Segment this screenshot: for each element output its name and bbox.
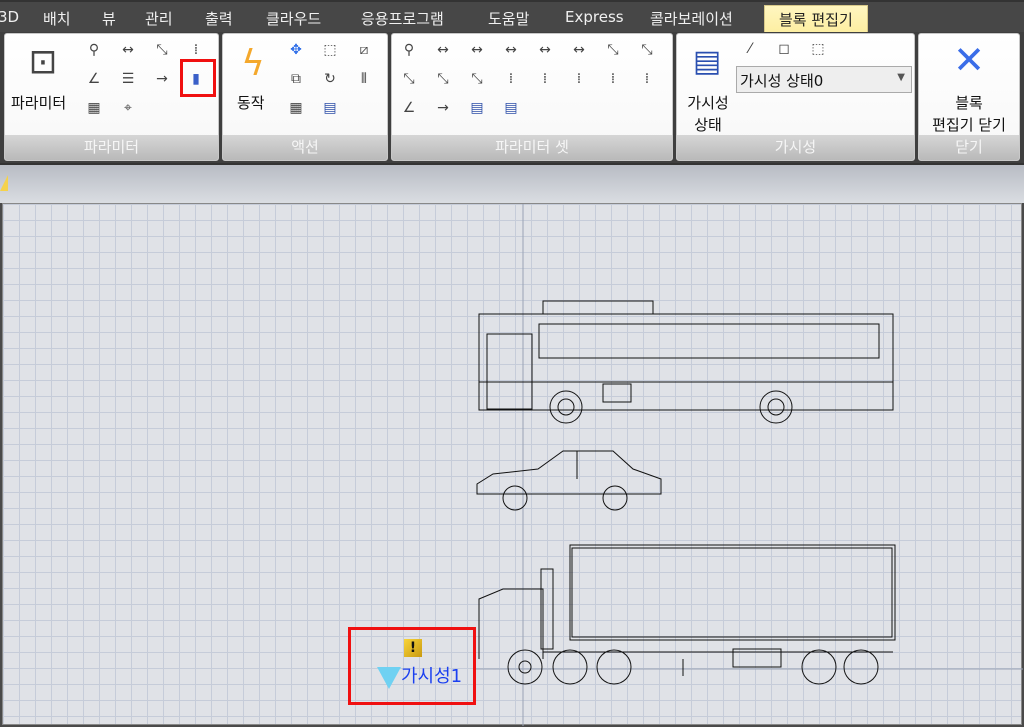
highlight-box bbox=[180, 59, 216, 97]
point-move-set-icon[interactable]: ⚲ bbox=[398, 39, 420, 61]
tab-manage[interactable]: 관리 bbox=[145, 8, 173, 29]
lookup-parameter-icon[interactable]: ▦ bbox=[83, 97, 105, 119]
lookup-action-icon[interactable]: ▤ bbox=[319, 97, 341, 119]
make-visible-icon[interactable]: ◻ bbox=[773, 38, 795, 60]
car-drawing bbox=[476, 450, 662, 511]
polar-stretch-pair-set-icon[interactable]: ⤡ bbox=[466, 68, 488, 90]
polar-stretch-set-icon[interactable]: ⤡ bbox=[636, 39, 658, 61]
linear-stretch-set-icon[interactable]: ↔ bbox=[466, 39, 488, 61]
panel-parameter: ⊡ 파라미터 ⚲ ↔ ⤡ ⁞ ∠ ☰ → ▮ ▦ ⌖ 파라미터 bbox=[4, 33, 219, 161]
linear-move-set-icon[interactable]: ↔ bbox=[432, 39, 454, 61]
panel-parameter-set: ⚲ ↔ ↔ ↔ ↔ ↔ ⤡ ⤡ ⤡ ⤡ ⤡ ⁞ ⁞ ⁞ ⁞ ⁞ ∠ → ▤ ▤ … bbox=[391, 33, 673, 161]
visibility-state-select[interactable]: 가시성 상태0 ▼ bbox=[736, 66, 912, 93]
close-block-editor-button[interactable]: 블록편집기 닫기 bbox=[919, 92, 1019, 136]
xy-array-box-set-icon[interactable]: ⁞ bbox=[636, 68, 658, 90]
tab-block-editor[interactable]: 블록 편집기 bbox=[764, 5, 868, 34]
flip-parameter-icon[interactable]: → bbox=[151, 68, 173, 90]
move-action-icon[interactable]: ✥ bbox=[285, 39, 307, 61]
panel-label: 파라미터 bbox=[5, 135, 218, 160]
linear-array-set-icon[interactable]: ↔ bbox=[500, 39, 522, 61]
parameter-icon: ⊡ bbox=[28, 42, 58, 82]
highlight-box bbox=[348, 627, 476, 705]
visibility-mode-icon[interactable]: ⁄ bbox=[739, 38, 761, 60]
action-button[interactable]: 동작 bbox=[237, 92, 265, 114]
xy-move-set-icon[interactable]: ⁞ bbox=[500, 68, 522, 90]
linear-stretch-pair-set-icon[interactable]: ↔ bbox=[568, 39, 590, 61]
flip-set-icon[interactable]: → bbox=[432, 97, 454, 119]
polar-move-set-icon[interactable]: ⤡ bbox=[602, 39, 624, 61]
rotation-set-icon[interactable]: ∠ bbox=[398, 97, 420, 119]
rotation-parameter-icon[interactable]: ∠ bbox=[83, 68, 105, 90]
tab-3d[interactable]: 3D bbox=[0, 8, 19, 26]
selected-state: 가시성 상태0 bbox=[740, 72, 824, 90]
ribbon: ⊡ 파라미터 ⚲ ↔ ⤡ ⁞ ∠ ☰ → ▮ ▦ ⌖ 파라미터 ϟ 동작 ✥ ⬚… bbox=[0, 32, 1024, 163]
linear-parameter-icon[interactable]: ↔ bbox=[117, 39, 139, 61]
tab-express[interactable]: Express bbox=[565, 8, 624, 26]
panel-action: ϟ 동작 ✥ ⬚ ⧄ ⧉ ↻ ⫴ ▦ ▤ 액션 bbox=[222, 33, 388, 161]
drawing-canvas[interactable]: ! 가시성1 bbox=[2, 203, 1023, 726]
button-label-line1: 블록 bbox=[955, 94, 983, 112]
visibility-states-icon: ▤ bbox=[692, 44, 722, 79]
button-label-line1: 가시성 bbox=[687, 94, 729, 112]
basepoint-parameter-icon[interactable]: ⌖ bbox=[117, 97, 139, 119]
polar-array-set-icon[interactable]: ⤡ bbox=[398, 68, 420, 90]
truck-drawing bbox=[478, 544, 896, 685]
button-label-line2: 편집기 닫기 bbox=[932, 116, 1006, 134]
polar-parameter-icon[interactable]: ⤡ bbox=[151, 39, 173, 61]
tab-view[interactable]: 뷰 bbox=[102, 8, 116, 29]
button-label-line2: 상태 bbox=[694, 116, 722, 134]
panel-label: 닫기 bbox=[919, 135, 1019, 160]
visibility-set-icon[interactable]: ▤ bbox=[466, 97, 488, 119]
rotate-action-icon[interactable]: ↻ bbox=[319, 68, 341, 90]
panel-visibility: ▤ 가시성 상태 ⁄ ◻ ⬚ 가시성 상태0 ▼ 가시성 bbox=[676, 33, 915, 161]
flip-action-icon[interactable]: ⫴ bbox=[353, 68, 375, 90]
scale-action-icon[interactable]: ⬚ bbox=[319, 39, 341, 61]
alignment-parameter-icon[interactable]: ☰ bbox=[117, 68, 139, 90]
panel-close: ✕ 블록편집기 닫기 닫기 bbox=[918, 33, 1020, 161]
xy-move-box-set-icon[interactable]: ⁞ bbox=[568, 68, 590, 90]
action-bolt-icon: ϟ bbox=[241, 43, 265, 84]
chevron-down-icon: ▼ bbox=[897, 72, 905, 83]
close-icon: ✕ bbox=[953, 38, 985, 82]
warning-tab-icon bbox=[0, 175, 8, 191]
visibility-states-button[interactable]: 가시성상태 bbox=[683, 92, 733, 136]
array-action-icon[interactable]: ▦ bbox=[285, 97, 307, 119]
panel-label: 가시성 bbox=[677, 135, 914, 160]
xy-stretch-box-set-icon[interactable]: ⁞ bbox=[602, 68, 624, 90]
point-parameter-icon[interactable]: ⚲ bbox=[83, 39, 105, 61]
tab-output[interactable]: 출력 bbox=[205, 8, 233, 29]
stretch-action-icon[interactable]: ⧄ bbox=[353, 39, 375, 61]
make-invisible-icon[interactable]: ⬚ bbox=[807, 38, 829, 60]
tab-apps[interactable]: 응용프로그램 bbox=[361, 8, 444, 29]
panel-label: 액션 bbox=[223, 135, 387, 160]
tab-collaboration[interactable]: 콜라보레이션 bbox=[650, 8, 733, 29]
tab-cloud[interactable]: 클라우드 bbox=[266, 8, 321, 29]
tab-help[interactable]: 도움말 bbox=[488, 8, 529, 29]
polar-move-pair-set-icon[interactable]: ⤡ bbox=[432, 68, 454, 90]
ribbon-tab-bar: 3D 배치 뷰 관리 출력 클라우드 응용프로그램 도움말 Express 콜라… bbox=[0, 0, 1024, 34]
bus-drawing bbox=[478, 300, 894, 424]
authoring-toolbar-strip bbox=[0, 163, 1024, 203]
drawing bbox=[473, 204, 1023, 726]
panel-label: 파라미터 셋 bbox=[392, 135, 672, 160]
lookup-set-icon[interactable]: ▤ bbox=[500, 97, 522, 119]
linear-move-pair-set-icon[interactable]: ↔ bbox=[534, 39, 556, 61]
tab-layout[interactable]: 배치 bbox=[43, 8, 71, 29]
xy-move-pair-set-icon[interactable]: ⁞ bbox=[534, 68, 556, 90]
xy-parameter-icon[interactable]: ⁞ bbox=[185, 39, 207, 61]
parameter-button[interactable]: 파라미터 bbox=[11, 92, 66, 114]
polar-stretch-action-icon[interactable]: ⧉ bbox=[285, 68, 307, 90]
